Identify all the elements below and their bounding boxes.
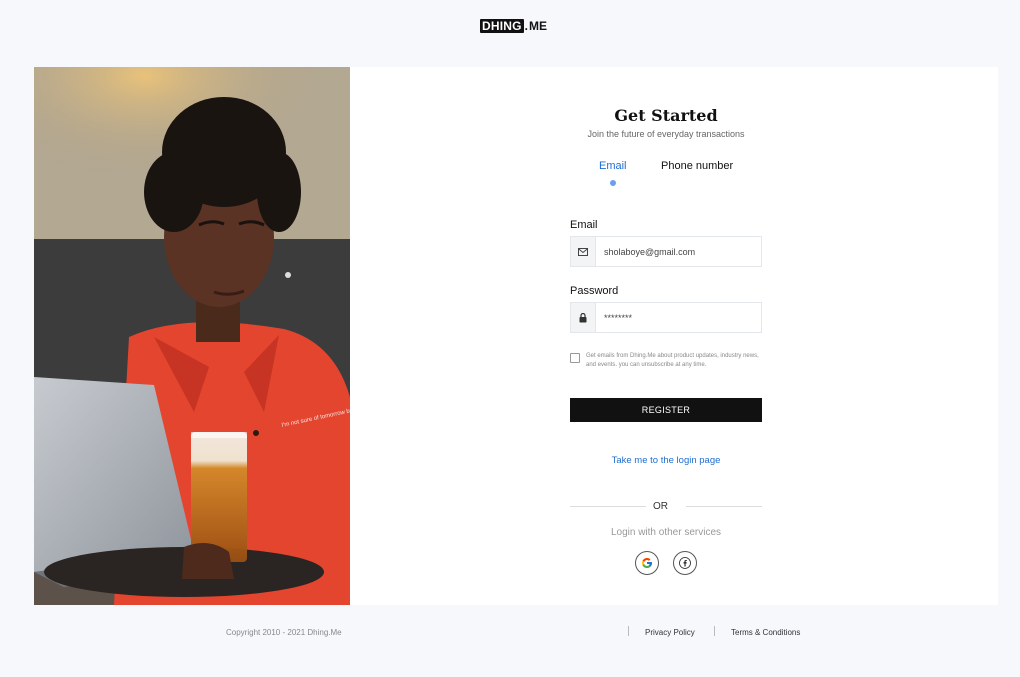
email-field[interactable] [596, 237, 761, 266]
facebook-icon [679, 557, 691, 569]
consent-row: Get emails from Dhing.Me about product u… [570, 352, 762, 369]
consent-text: Get emails from Dhing.Me about product u… [586, 353, 759, 368]
divider-line-left [570, 506, 646, 507]
google-login-button[interactable] [635, 551, 659, 575]
copyright-text: Copyright 2010 - 2021 Dhing.Me [226, 628, 342, 637]
lock-icon [571, 303, 596, 332]
consent-checkbox[interactable] [570, 353, 580, 363]
logo-suffix: ME [529, 19, 548, 33]
email-label: Email [570, 219, 598, 231]
password-label: Password [570, 285, 619, 297]
login-page-link[interactable]: Take me to the login page [570, 455, 762, 466]
page-subtitle: Join the future of everyday transactions [587, 129, 745, 139]
footer-divider [714, 626, 715, 636]
privacy-policy-link[interactable]: Privacy Policy [645, 628, 695, 637]
other-services-label: Login with other services [610, 527, 722, 538]
password-field-wrapper [570, 302, 762, 333]
email-field-wrapper [570, 236, 762, 267]
tab-phone-number[interactable]: Phone number [661, 160, 733, 172]
logo-box-text: DHING [480, 19, 524, 33]
google-icon [642, 558, 652, 568]
hero-illustration: I'm not sure of tomorrow but I'm sure of… [34, 67, 350, 605]
register-button[interactable]: REGISTER [570, 398, 762, 422]
page-title: Get Started [614, 106, 718, 125]
hero-photo: I'm not sure of tomorrow but I'm sure of… [34, 67, 350, 605]
active-tab-indicator [610, 180, 616, 186]
envelope-icon [571, 237, 596, 266]
terms-link[interactable]: Terms & Conditions [731, 628, 800, 637]
or-text: OR [653, 501, 668, 512]
brand-logo[interactable]: DHING . ME [480, 19, 547, 33]
logo-dot: . [524, 19, 529, 33]
signup-card: I'm not sure of tomorrow but I'm sure of… [34, 67, 998, 605]
tab-email[interactable]: Email [599, 160, 627, 172]
password-field[interactable] [596, 303, 761, 332]
or-divider: OR [570, 499, 762, 513]
facebook-login-button[interactable] [673, 551, 697, 575]
footer-divider [628, 626, 629, 636]
divider-line-right [686, 506, 762, 507]
